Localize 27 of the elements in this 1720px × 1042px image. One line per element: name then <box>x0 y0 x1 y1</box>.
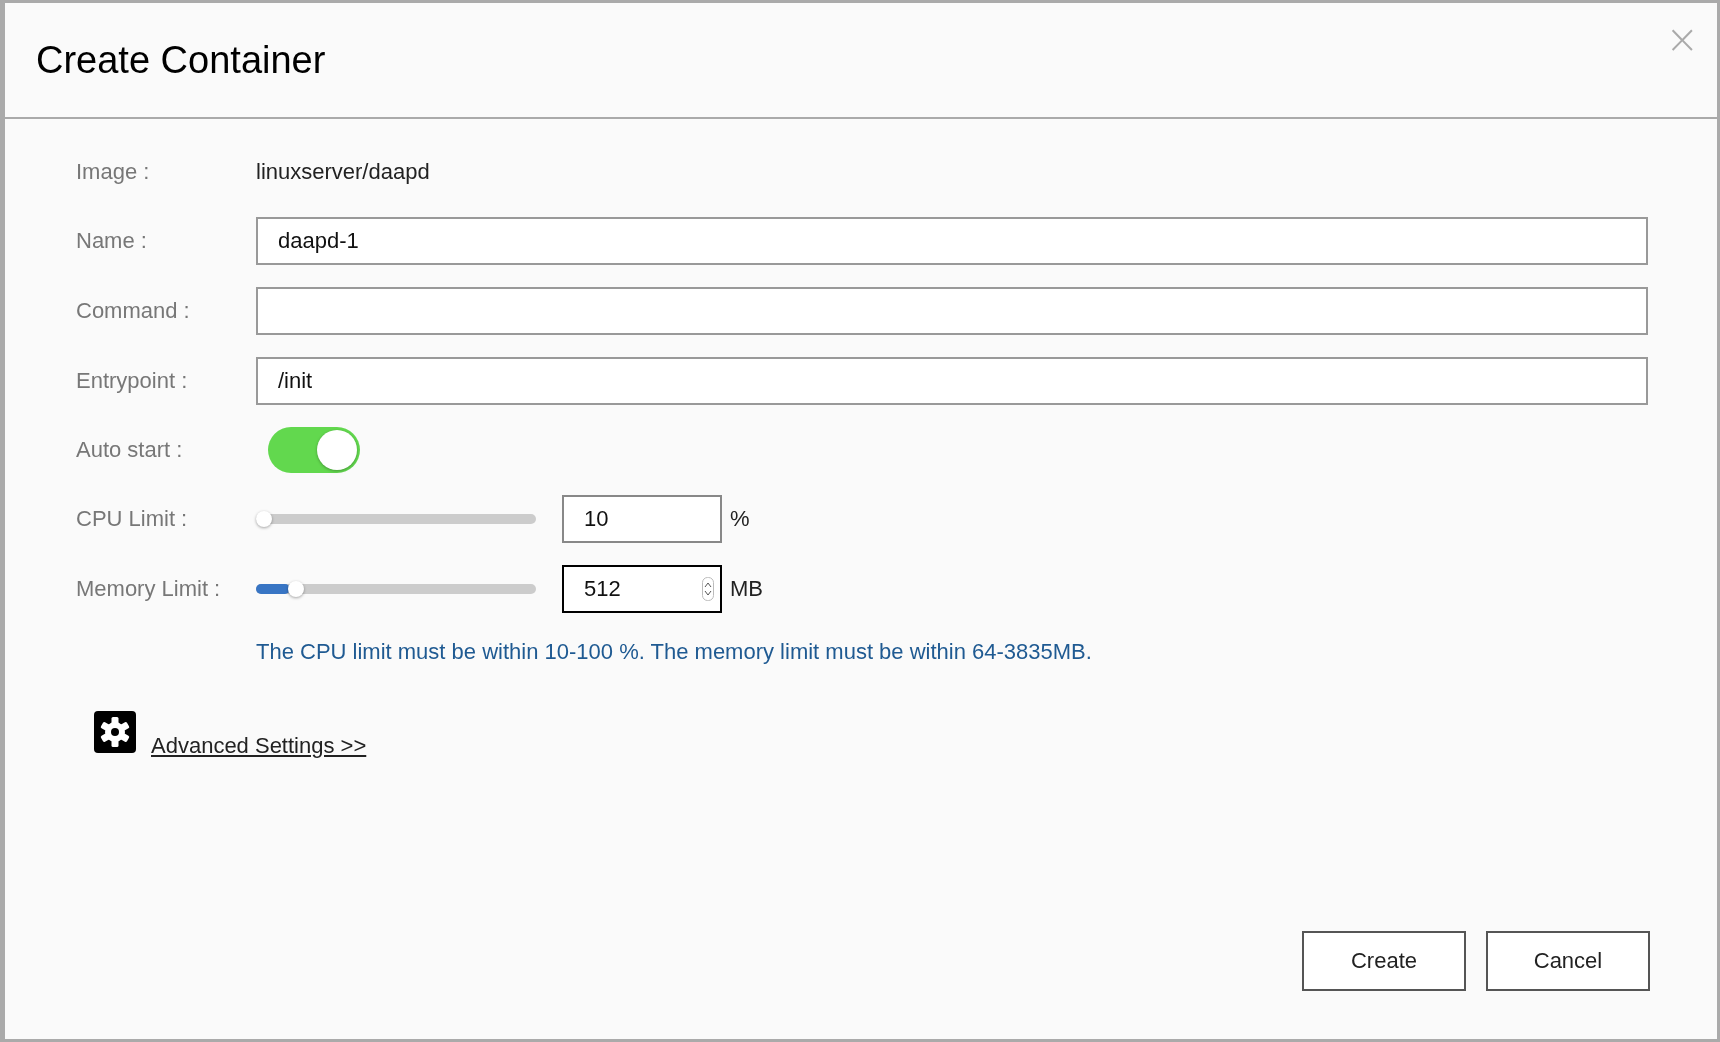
unit-label: MB <box>730 576 763 602</box>
input-field[interactable]: daapd-1 <box>256 217 1648 265</box>
advanced-settings-link[interactable]: Advanced Settings >> <box>151 733 367 759</box>
dialog-title: Create Container <box>36 38 326 82</box>
field-label: Auto start : <box>76 437 184 463</box>
field-label: Entrypoint : <box>76 368 189 394</box>
number-field[interactable]: 10 <box>562 495 722 543</box>
input-field[interactable] <box>256 287 1648 335</box>
create-button[interactable]: Create <box>1302 931 1466 991</box>
input-field[interactable]: /init <box>256 357 1648 405</box>
field-label: Command : <box>76 298 191 324</box>
hint-text: The CPU limit must be within 10-100 %. The memory limit must be within 64-3835MB. <box>256 639 1093 665</box>
spinner-icon[interactable] <box>702 577 714 601</box>
number-field[interactable]: 512 <box>562 565 722 613</box>
slider-thumb[interactable] <box>287 581 304 597</box>
field-label: Image : <box>76 159 151 185</box>
image-value: linuxserver/daapd <box>256 159 430 185</box>
field-label: Memory Limit : <box>76 576 222 602</box>
slider-thumb[interactable] <box>256 511 272 527</box>
settings-icon[interactable] <box>94 711 136 753</box>
toggle-switch[interactable] <box>268 427 360 473</box>
unit-label: % <box>730 506 750 532</box>
field-label: Name : <box>76 228 148 254</box>
field-label: CPU Limit : <box>76 506 189 532</box>
slider[interactable] <box>256 580 536 598</box>
cancel-button[interactable]: Cancel <box>1486 931 1650 991</box>
slider[interactable] <box>256 510 536 528</box>
